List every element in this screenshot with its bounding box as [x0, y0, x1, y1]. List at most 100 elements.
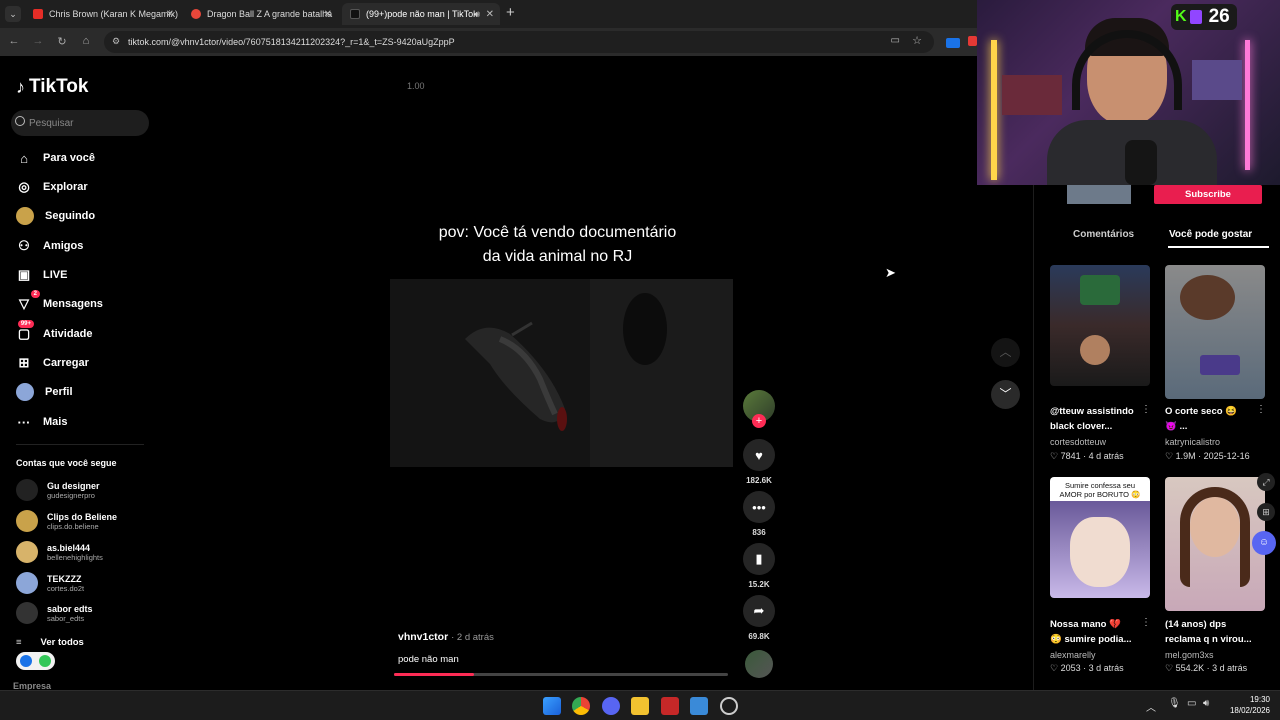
chrome-icon[interactable]	[572, 697, 590, 715]
follow-plus-icon[interactable]: +	[752, 414, 766, 428]
nav-para-voce[interactable]: ⌂ Para você	[16, 148, 95, 168]
close-tab-icon[interactable]: ✕	[486, 9, 494, 20]
new-tab-button[interactable]: +	[506, 4, 515, 21]
share-icon[interactable]: ➦	[743, 595, 775, 627]
extension-icon[interactable]	[968, 36, 977, 46]
browser-tab-active[interactable]: (99+)pode não man | TikTok 🔊︎ ✕	[342, 3, 500, 25]
comment-action[interactable]: ••• 836	[743, 491, 775, 537]
discord-icon[interactable]: ☺	[1252, 531, 1276, 555]
card-menu-icon[interactable]: ⋮	[1141, 404, 1151, 415]
card-menu-icon[interactable]: ⋮	[1256, 404, 1266, 415]
browser-tab[interactable]: Chris Brown (Karan K Megamix) ✕	[25, 3, 180, 25]
list-icon: ≡	[16, 637, 22, 648]
playback-speed[interactable]: 1.00	[407, 81, 425, 91]
recommended-thumbnail[interactable]	[1050, 265, 1150, 386]
nav-atividade[interactable]: ▢ 99+ Atividade	[16, 320, 93, 344]
bookmark-star-icon[interactable]: ☆	[912, 34, 922, 47]
address-bar[interactable]: ⚙ tiktok.com/@vhnv1ctor/video/7607518134…	[104, 31, 934, 53]
author-name[interactable]: vhnv1ctor	[398, 631, 448, 643]
see-all-link[interactable]: ≡ Ver todos	[16, 637, 84, 648]
close-tab-icon[interactable]: ✕	[324, 9, 332, 20]
nav-carregar[interactable]: ⊞ Carregar	[16, 353, 89, 373]
volume-icon[interactable]: 🔊︎	[1203, 698, 1209, 709]
back-arrow-icon[interactable]: ←	[7, 35, 21, 47]
expand-icon[interactable]: ⤢	[1257, 473, 1275, 491]
nav-perfil[interactable]: Perfil	[16, 382, 73, 402]
post-time: · 2 d atrás	[451, 632, 494, 643]
browser-tab[interactable]: Dragon Ball Z A grande batalha ✕	[183, 3, 338, 25]
share-action[interactable]: ➦ 69.8K	[743, 595, 775, 641]
heart-icon[interactable]: ♥	[743, 439, 775, 471]
card-author[interactable]: mel.gom3xs	[1165, 650, 1214, 660]
card-author[interactable]: alexmarelly	[1050, 650, 1096, 660]
install-app-icon[interactable]: ▭	[891, 35, 900, 46]
music-disc-icon[interactable]	[745, 650, 773, 678]
card-author[interactable]: cortesdotteuw	[1050, 437, 1106, 447]
recommended-thumbnail[interactable]	[1165, 265, 1265, 399]
tab-search-button[interactable]: ⌄	[5, 6, 21, 22]
discord-taskbar-icon[interactable]	[602, 697, 620, 715]
progress-track[interactable]	[394, 673, 728, 676]
card-menu-icon[interactable]: ⋮	[1141, 617, 1151, 628]
notepad-icon[interactable]	[690, 697, 708, 715]
card-title[interactable]: Nossa mano 💔 😳 sumire podia...	[1050, 617, 1150, 647]
app-icon[interactable]	[720, 697, 738, 715]
thumbnail-anime-face	[1070, 517, 1130, 587]
card-author[interactable]: katrynicalistro	[1165, 437, 1220, 447]
followed-account[interactable]: TEKZZZ cortes.do2t	[16, 572, 84, 594]
app-icon[interactable]	[661, 697, 679, 715]
profile-avatar-icon	[16, 383, 34, 401]
bookmark-icon[interactable]: ▮	[743, 543, 775, 575]
tab-title: Dragon Ball Z A grande batalha	[207, 9, 333, 19]
previous-video-button[interactable]: ︿	[991, 338, 1020, 367]
tray-chevron-icon[interactable]: ︿	[1146, 699, 1156, 714]
card-time: 3 d atrás	[1212, 663, 1248, 673]
card-title[interactable]: (14 anos) dps reclama q n virou...	[1165, 617, 1265, 647]
video-frame[interactable]	[390, 279, 733, 467]
card-likes: 7841	[1060, 451, 1081, 461]
forward-arrow-icon[interactable]: →	[31, 35, 45, 47]
nav-live[interactable]: ▣ LIVE	[16, 265, 68, 285]
search-input[interactable]: Pesquisar	[11, 110, 149, 136]
tiktok-logo[interactable]: ♪ TikTok	[16, 76, 88, 98]
network-icon[interactable]: ▭	[1187, 698, 1196, 709]
nav-explorar[interactable]: ◎ Explorar	[16, 177, 87, 197]
tab-voce-pode-gostar[interactable]: Você pode gostar	[1169, 229, 1252, 240]
active-tab-underline	[1168, 246, 1269, 248]
nav-mensagens[interactable]: ▽ 2 Mensagens	[16, 290, 103, 314]
nav-seguindo[interactable]: Seguindo	[16, 206, 95, 226]
reload-icon[interactable]: ↻	[55, 35, 69, 48]
windows-start-icon[interactable]	[543, 697, 561, 715]
file-explorer-icon[interactable]	[631, 697, 649, 715]
next-video-button[interactable]: ﹀	[991, 380, 1020, 409]
mic-icon[interactable]: 🎙︎	[1168, 698, 1181, 709]
followed-account[interactable]: Clips do Beliene clips.do.beliene	[16, 510, 117, 532]
overlay-widget[interactable]	[16, 652, 55, 670]
home-icon[interactable]: ⌂	[79, 35, 93, 47]
card-title[interactable]: @tteuw assistindo black clover...	[1050, 404, 1150, 434]
comment-icon[interactable]: •••	[743, 491, 775, 523]
followed-account[interactable]: Gu designer gudesignerpro	[16, 479, 100, 501]
save-action[interactable]: ▮ 15.2K	[743, 543, 775, 589]
recommended-thumbnail[interactable]	[1165, 477, 1265, 611]
like-action[interactable]: ♥ 182.6K	[743, 439, 775, 485]
nav-amigos[interactable]: ⚇ Amigos	[16, 236, 83, 256]
extension-icon[interactable]	[946, 38, 960, 48]
close-tab-icon[interactable]: ✕	[166, 9, 174, 20]
followed-account[interactable]: sabor edts sabor_edts	[16, 602, 93, 624]
subscribe-button[interactable]: Subscribe	[1154, 185, 1262, 204]
nav-mais[interactable]: ··· Mais	[16, 412, 68, 432]
account-name: sabor edts	[47, 603, 93, 614]
speaker-icon[interactable]: 🔊︎	[474, 9, 480, 20]
account-handle: gudesignerpro	[47, 490, 95, 500]
nav-label: Para você	[43, 152, 95, 164]
recommended-thumbnail[interactable]: Sumire confessa seu AMOR por BORUTO 😳	[1050, 477, 1150, 598]
followed-account[interactable]: as.biel444 bellenehighlights	[16, 541, 103, 563]
thumbnail-scene	[1080, 275, 1120, 305]
site-info-icon[interactable]: ⚙	[112, 36, 120, 47]
clock[interactable]: 19:30 18/02/2026	[1228, 694, 1270, 716]
tab-comentarios[interactable]: Comentários	[1073, 229, 1134, 240]
grid-icon[interactable]: ⊞	[1257, 503, 1275, 521]
friends-icon: ⚇	[18, 238, 30, 253]
card-title[interactable]: O corte seco 😆 😈 ...	[1165, 404, 1265, 434]
